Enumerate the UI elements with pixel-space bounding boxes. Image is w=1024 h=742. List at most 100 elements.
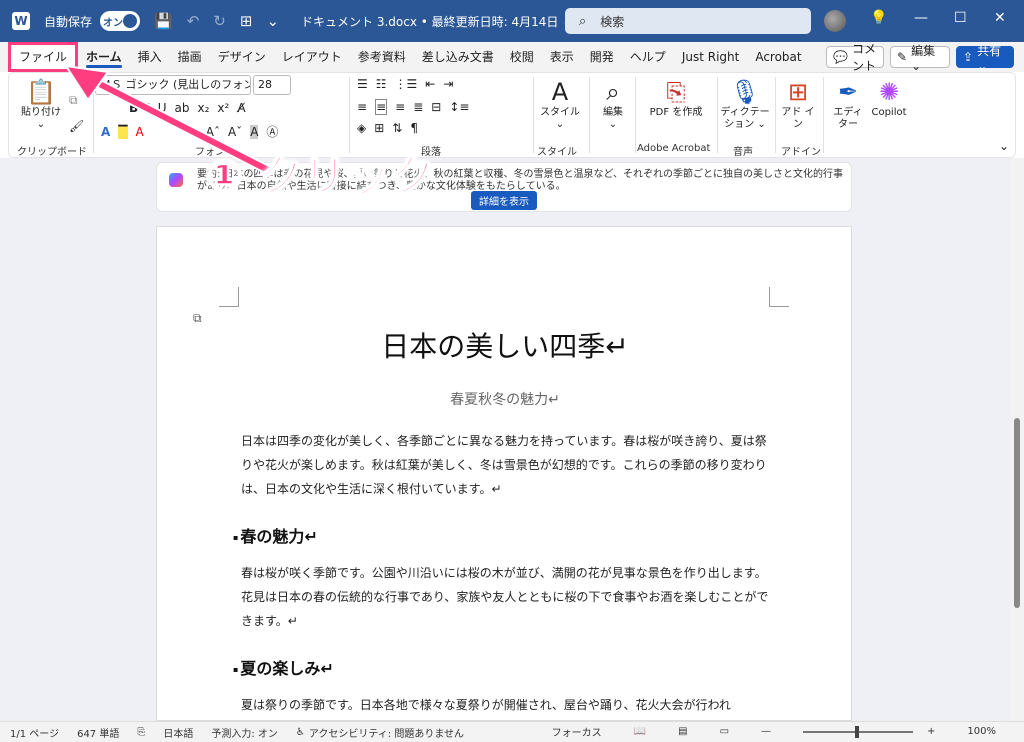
zoom-slider[interactable] — [803, 725, 914, 738]
addins-button[interactable]: ⊞ アド イン — [779, 77, 817, 131]
comment-button[interactable]: 💬 コメント — [826, 42, 884, 73]
line-spacing-icon[interactable]: ↕≡ — [449, 100, 469, 114]
format-painter-icon[interactable]: 🖌 — [69, 119, 84, 133]
autosave-toggle[interactable]: オン — [100, 11, 141, 31]
align-left-icon[interactable]: ≡ — [357, 100, 367, 114]
zoom-level[interactable]: 100% — [967, 726, 996, 737]
zoom-out-icon[interactable]: — — [761, 726, 771, 737]
document-title[interactable]: ドキュメント 3.docx • 最終更新日時: 4月14日 ⌄ — [301, 13, 572, 30]
share-button[interactable]: ⇪ 共有 ⌄ — [956, 44, 1014, 73]
page-count[interactable]: 1/1 ページ — [10, 725, 59, 740]
text-effects-icon[interactable]: A — [101, 125, 110, 139]
shading-icon[interactable]: ◈ — [357, 121, 366, 135]
align-center-icon[interactable]: ≡ — [375, 99, 388, 115]
pencil-icon: ✎ — [897, 50, 908, 64]
org-chart-icon[interactable]: ⊞ — [240, 12, 253, 30]
avatar[interactable] — [824, 10, 846, 32]
group-voice: 音声 — [733, 147, 753, 158]
tab-developer[interactable]: 開発 — [582, 42, 622, 72]
dictate-button[interactable]: 🎙 ディクテーション ⌄ — [719, 77, 771, 131]
edit-mode-button[interactable]: ✎ 編集 ⌄ — [890, 44, 950, 73]
align-right-icon[interactable]: ≡ — [395, 100, 405, 114]
read-mode-icon[interactable]: 📖 — [634, 726, 646, 737]
show-more-button[interactable]: 詳細を表示 — [471, 191, 537, 210]
font-color-icon[interactable]: A — [136, 125, 144, 139]
clear-format-icon[interactable]: A̸ — [237, 101, 245, 115]
copilot-doc-icon[interactable]: ⧉ — [193, 311, 202, 326]
superscript-icon[interactable]: x² — [217, 101, 229, 115]
paste-button[interactable]: 📋 貼り付け ⌄ — [19, 77, 63, 131]
tab-acrobat[interactable]: Acrobat — [747, 42, 809, 72]
highlight-icon[interactable]: ▔ — [118, 124, 128, 139]
show-marks-icon[interactable]: ¶ — [410, 121, 418, 135]
font-name-combo[interactable]: ＭＳ ゴシック (見出しのフォント - — [95, 75, 251, 95]
font-size-combo[interactable]: 28 — [253, 75, 291, 95]
tab-insert[interactable]: 挿入 — [130, 42, 170, 72]
redo-icon[interactable]: ↻ — [213, 12, 226, 30]
zoom-in-icon[interactable]: + — [927, 726, 935, 737]
editing-button[interactable]: ⌕ 編集 ⌄ — [593, 77, 633, 131]
collapse-ribbon-icon[interactable]: ⌄ — [999, 139, 1009, 153]
bold-icon[interactable]: B — [129, 101, 138, 115]
strikethrough-icon[interactable]: ab — [175, 101, 190, 115]
underline-icon[interactable]: U — [158, 101, 167, 115]
vertical-scrollbar[interactable] — [1010, 158, 1024, 721]
search-box[interactable]: ⌕ 検索 — [565, 8, 811, 34]
addins-icon: ⊞ — [787, 78, 809, 106]
enclose-char-icon[interactable]: Ⓐ — [266, 123, 278, 140]
justify-icon[interactable]: ≣ — [413, 100, 423, 114]
tab-references[interactable]: 参考資料 — [350, 42, 414, 72]
tab-review[interactable]: 校閲 — [502, 42, 542, 72]
proofing-icon[interactable]: ⎘ — [137, 727, 145, 738]
undo-icon[interactable]: ↶ — [187, 12, 200, 30]
tab-just-right[interactable]: Just Right — [674, 42, 748, 72]
web-layout-icon[interactable]: ▭ — [720, 726, 729, 737]
create-pdf-button[interactable]: ⎘ PDF を作成 — [649, 77, 703, 119]
margin-corner-left — [219, 287, 239, 307]
predictive-text[interactable]: 予測入力: オン — [211, 725, 278, 740]
scroll-thumb[interactable] — [1014, 418, 1020, 608]
tab-file[interactable]: ファイル — [8, 42, 79, 72]
tab-home[interactable]: ホーム — [78, 42, 130, 72]
copy-icon[interactable]: ⧉ — [69, 93, 78, 108]
char-shading-icon[interactable]: A — [250, 124, 259, 139]
lightbulb-icon[interactable]: 💡 — [870, 10, 887, 26]
borders-icon[interactable]: ⊞ — [374, 121, 384, 135]
tab-layout[interactable]: レイアウト — [274, 42, 350, 72]
tab-draw[interactable]: 描画 — [170, 42, 210, 72]
doc-subtitle: 春夏秋冬の魅力↵ — [450, 392, 560, 408]
grow-font-icon[interactable]: Aˆ — [206, 125, 220, 139]
decrease-indent-icon[interactable]: ⇤ — [425, 77, 435, 91]
copilot-button[interactable]: ✺ Copilot — [867, 77, 911, 119]
print-layout-icon[interactable]: ▤ — [678, 726, 687, 737]
accessibility-status[interactable]: アクセシビリティ: 問題ありません — [309, 725, 464, 740]
group-styles: スタイル — [537, 147, 577, 158]
styles-button[interactable]: A スタイル ⌄ — [539, 77, 581, 131]
sort-icon[interactable]: ⇅ — [392, 121, 402, 135]
focus-button[interactable]: フォーカス — [552, 724, 602, 739]
editor-button[interactable]: ✒ エディター — [829, 77, 867, 131]
minimize-icon[interactable]: — — [914, 10, 928, 26]
increase-indent-icon[interactable]: ⇥ — [443, 77, 453, 91]
distribute-icon[interactable]: ⊟ — [431, 100, 441, 114]
document-page[interactable]: ⧉ 日本の美しい四季↵ 春夏秋冬の魅力↵ 日本は四季の変化が美しく、各季節ごとに… — [156, 226, 852, 721]
save-icon[interactable]: 💾 — [154, 12, 173, 30]
tab-help[interactable]: ヘルプ — [622, 42, 674, 72]
customize-toolbar-icon[interactable]: ⌄ — [266, 12, 279, 30]
tab-design[interactable]: デザイン — [210, 42, 274, 72]
subscript-icon[interactable]: x₂ — [197, 101, 209, 115]
shrink-font-icon[interactable]: Aˇ — [228, 125, 242, 139]
pdf-icon: ⎘ — [666, 78, 686, 106]
maximize-icon[interactable]: ☐ — [954, 10, 967, 26]
numbering-icon[interactable]: ☷ — [376, 77, 387, 91]
tab-mailings[interactable]: 差し込み文書 — [414, 42, 502, 72]
close-icon[interactable]: ✕ — [994, 10, 1006, 26]
multilevel-icon[interactable]: ⋮☰ — [395, 77, 418, 91]
spring-paragraph: 春は桜が咲く季節です。公園や川沿いには桜の木が並び、満開の花が見事な景色を作り出… — [241, 566, 769, 628]
tab-view[interactable]: 表示 — [542, 42, 582, 72]
word-count[interactable]: 647 単語 — [77, 725, 119, 740]
search-placeholder: 検索 — [600, 14, 625, 29]
bullets-icon[interactable]: ☰ — [357, 77, 368, 91]
language[interactable]: 日本語 — [163, 725, 193, 740]
italic-icon[interactable]: I — [146, 101, 150, 115]
